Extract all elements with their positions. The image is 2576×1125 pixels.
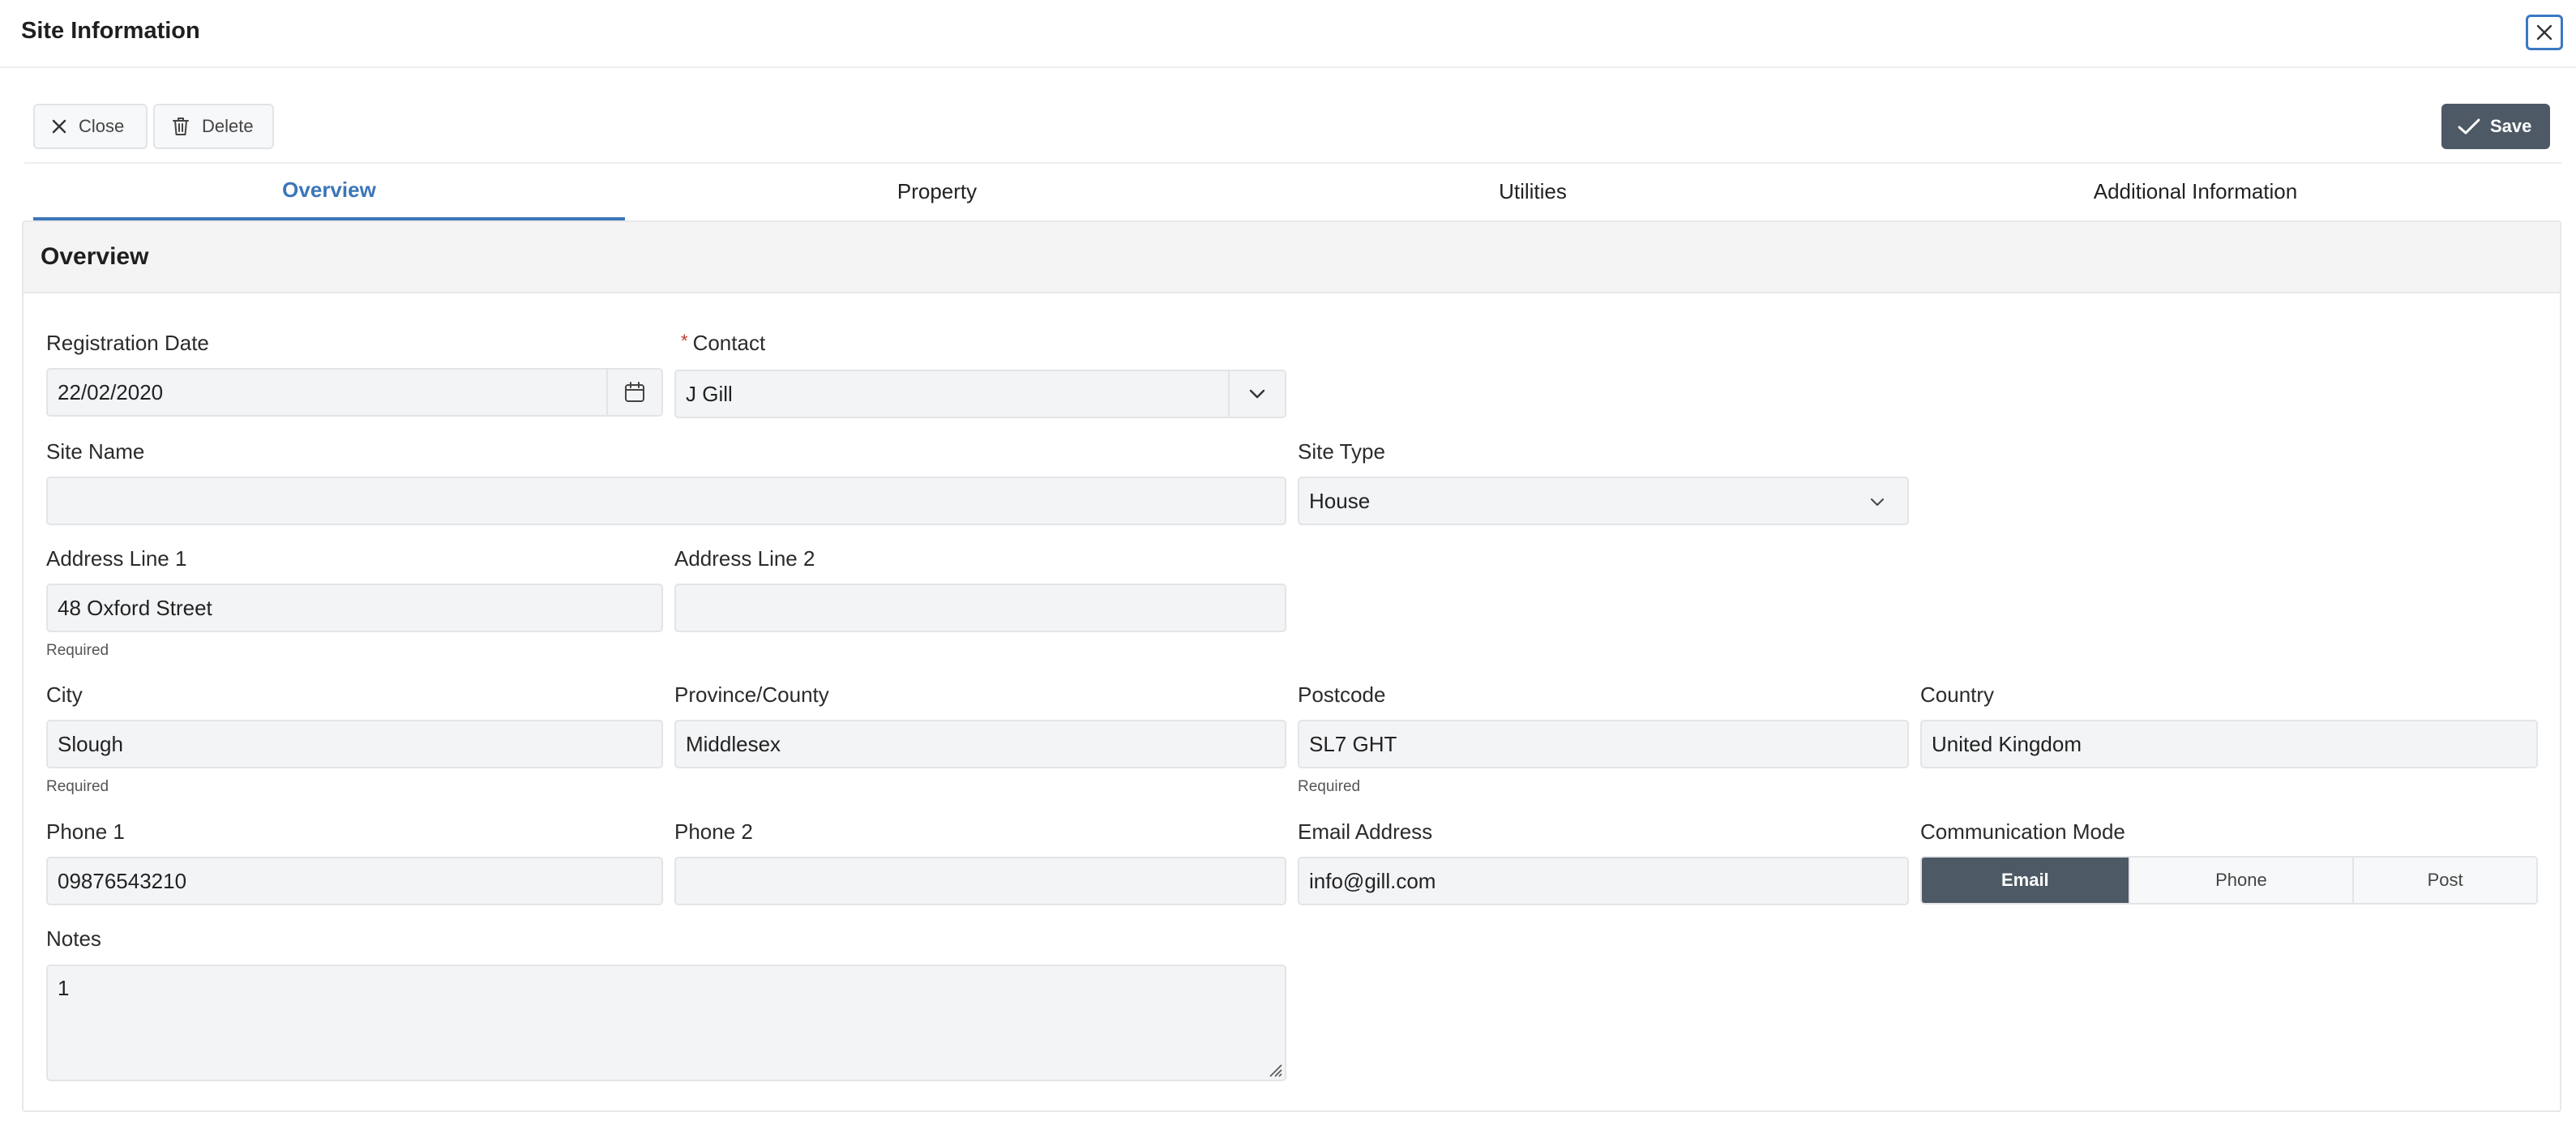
contact-dropdown-button[interactable] — [1228, 371, 1285, 417]
notes-label: Notes — [46, 926, 101, 951]
registration-date-field[interactable]: 22/02/2020 — [46, 368, 663, 417]
section-title: Overview — [41, 243, 149, 270]
dialog-title: Site Information — [21, 18, 200, 44]
country-label: Country — [1920, 682, 1995, 707]
registration-date-value: 22/02/2020 — [58, 379, 164, 404]
communication-mode-label: Communication Mode — [1920, 819, 2125, 844]
contact-label-text: Contact — [692, 331, 766, 355]
delete-button-label: Delete — [202, 116, 254, 136]
address-line-1-label: Address Line 1 — [46, 546, 187, 571]
address-line-1-input[interactable]: 48 Oxford Street — [46, 584, 663, 632]
city-hint: Required — [46, 778, 109, 795]
tab-additional-information[interactable]: Additional Information — [1816, 162, 2574, 220]
phone-2-label: Phone 2 — [674, 819, 753, 844]
chevron-down-icon — [1871, 498, 1884, 506]
site-name-label: Site Name — [46, 439, 145, 464]
contact-label: * Contact — [681, 331, 765, 356]
site-type-select[interactable]: House — [1298, 477, 1909, 525]
city-label: City — [46, 682, 83, 707]
notes-textarea[interactable]: 1 — [46, 965, 1286, 1081]
close-icon — [2536, 24, 2552, 41]
site-type-value: House — [1309, 488, 1371, 513]
province-label: Province/County — [674, 682, 829, 707]
postcode-label: Postcode — [1298, 682, 1386, 707]
save-button-label: Save — [2490, 116, 2532, 136]
site-name-input[interactable] — [46, 477, 1286, 525]
phone-1-input[interactable]: 09876543210 — [46, 857, 663, 905]
email-label: Email Address — [1298, 819, 1433, 844]
check-icon — [2458, 118, 2480, 135]
dialog-header: Site Information — [0, 0, 2576, 68]
phone-1-label: Phone 1 — [46, 819, 125, 844]
communication-mode-toggle: Email Phone Post — [1920, 856, 2538, 905]
communication-mode-phone[interactable]: Phone — [2128, 858, 2353, 903]
email-input[interactable]: info@gill.com — [1298, 857, 1909, 905]
resize-handle-icon[interactable] — [1265, 1060, 1283, 1078]
save-button[interactable]: Save — [2441, 104, 2550, 149]
contact-value: J Gill — [686, 381, 733, 406]
chevron-down-icon — [1249, 389, 1265, 399]
calendar-icon — [625, 382, 644, 402]
close-button[interactable]: Close — [33, 104, 148, 149]
tab-overview[interactable]: Overview — [33, 162, 625, 220]
city-input[interactable]: Slough — [46, 720, 663, 768]
address-line-2-label: Address Line 2 — [674, 546, 815, 571]
dialog-close-button[interactable] — [2526, 15, 2563, 50]
phone-2-input[interactable] — [674, 857, 1286, 905]
contact-select[interactable]: J Gill — [674, 370, 1286, 418]
section-header: Overview — [24, 222, 2560, 293]
tab-property[interactable]: Property — [625, 162, 1249, 220]
required-star: * — [681, 331, 688, 351]
tab-utilities[interactable]: Utilities — [1249, 162, 1816, 220]
postcode-hint: Required — [1298, 778, 1361, 795]
delete-button[interactable]: Delete — [153, 104, 274, 149]
close-button-label: Close — [79, 116, 125, 136]
calendar-button[interactable] — [606, 370, 661, 415]
communication-mode-post[interactable]: Post — [2352, 858, 2536, 903]
address-line-1-hint: Required — [46, 642, 109, 659]
province-input[interactable]: Middlesex — [674, 720, 1286, 768]
notes-value: 1 — [58, 976, 70, 1000]
registration-date-label: Registration Date — [46, 331, 209, 355]
communication-mode-email[interactable]: Email — [1922, 858, 2129, 903]
site-type-label: Site Type — [1298, 439, 1385, 464]
address-line-2-input[interactable] — [674, 584, 1286, 632]
close-icon — [52, 119, 66, 134]
trash-icon — [173, 118, 189, 135]
country-input[interactable]: United Kingdom — [1920, 720, 2538, 768]
postcode-input[interactable]: SL7 GHT — [1298, 720, 1909, 768]
